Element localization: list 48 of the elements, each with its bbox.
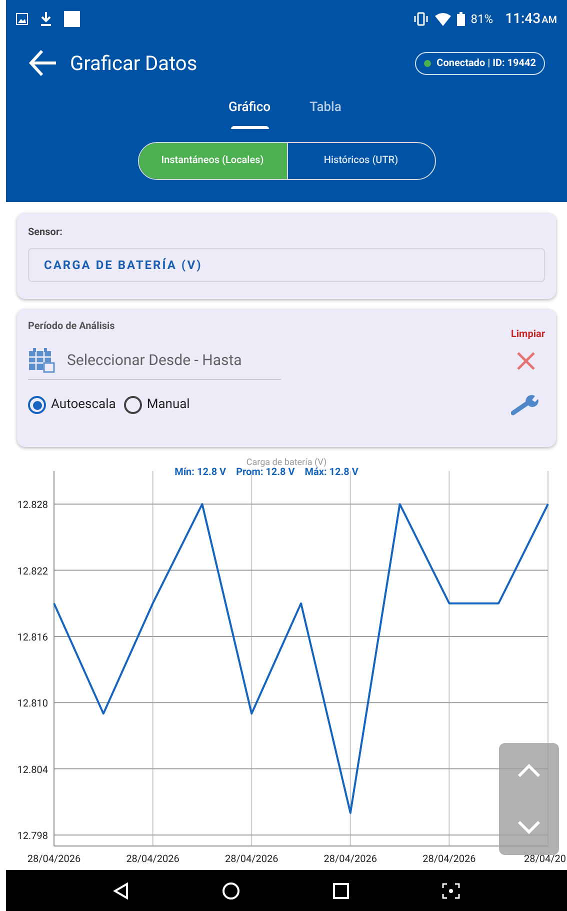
radio-button[interactable] — [28, 396, 46, 414]
clock-meridiem: AM — [542, 14, 557, 28]
stat-label: Prom: 12.8 V — [236, 468, 295, 478]
square-icon — [64, 11, 80, 27]
home-nav-icon[interactable] — [222, 882, 240, 900]
x-tick-label: 28/04/20 — [524, 854, 566, 865]
y-tick-label: 12.828 — [17, 500, 48, 512]
radio-option[interactable]: Autoescala — [28, 395, 116, 415]
period-label: Período de Análisis — [28, 320, 115, 334]
calendar-icon — [28, 348, 56, 374]
y-tick-label: 12.798 — [17, 830, 48, 842]
stat-label: Máx: 12.8 V — [304, 468, 358, 478]
radio-button[interactable] — [124, 396, 142, 414]
y-tick-label: 12.816 — [17, 632, 48, 644]
y-tick-label: 12.822 — [17, 566, 48, 578]
connection-label: Conectado | ID: 19442 — [436, 56, 536, 70]
x-tick-label: 28/04/2026 — [324, 854, 377, 865]
download-icon — [40, 12, 52, 26]
image-icon — [16, 13, 28, 25]
battery-percent: 81% — [470, 11, 494, 28]
close-icon[interactable] — [517, 352, 535, 370]
date-range-field[interactable]: Seleccionar Desde - Hasta — [67, 349, 267, 372]
radio-option[interactable]: Manual — [124, 395, 190, 415]
wrench-icon[interactable] — [511, 394, 539, 416]
y-tick-label: 12.810 — [17, 698, 48, 710]
recents-nav-icon[interactable] — [333, 882, 350, 898]
wifi-icon — [434, 12, 451, 26]
chevron-up-icon[interactable] — [517, 764, 541, 778]
sensor-label: Sensor: — [28, 226, 64, 240]
y-tick-label: 12.804 — [17, 764, 48, 776]
clock-time: 11:43 — [505, 10, 541, 28]
stat-label: Mín: 12.8 V — [174, 468, 226, 478]
vibrate-icon — [412, 12, 429, 26]
back-nav-icon[interactable] — [112, 882, 129, 900]
x-tick-label: 28/04/2026 — [422, 854, 476, 865]
x-tick-label: 28/04/2026 — [225, 854, 278, 865]
chart-title: Carga de batería (V) — [246, 459, 327, 468]
back-arrow-icon[interactable] — [28, 49, 58, 77]
screenshot-nav-icon[interactable] — [442, 882, 460, 898]
page-title: Graficar Datos — [70, 50, 198, 77]
tab[interactable]: Gráfico — [224, 98, 274, 128]
x-tick-label: 28/04/2026 — [126, 854, 180, 865]
segment-button[interactable]: Históricos (UTR) — [286, 142, 434, 178]
sensor-select[interactable]: CARGA DE BATERÍA (V) — [28, 248, 545, 282]
x-tick-label: 28/04/2026 — [27, 854, 81, 865]
clear-button[interactable]: Limpiar — [510, 327, 545, 342]
battery-icon — [456, 12, 465, 26]
tab[interactable]: Tabla — [302, 98, 348, 128]
